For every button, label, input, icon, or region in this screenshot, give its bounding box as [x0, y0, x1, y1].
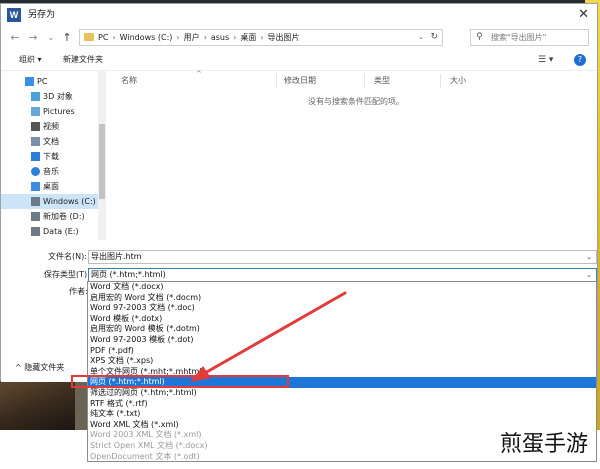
- arrow-head: [190, 366, 211, 382]
- watermark-text: 煎蛋手游: [500, 432, 589, 457]
- arrow-shaft: [203, 291, 347, 375]
- annotation-arrow: [190, 291, 347, 382]
